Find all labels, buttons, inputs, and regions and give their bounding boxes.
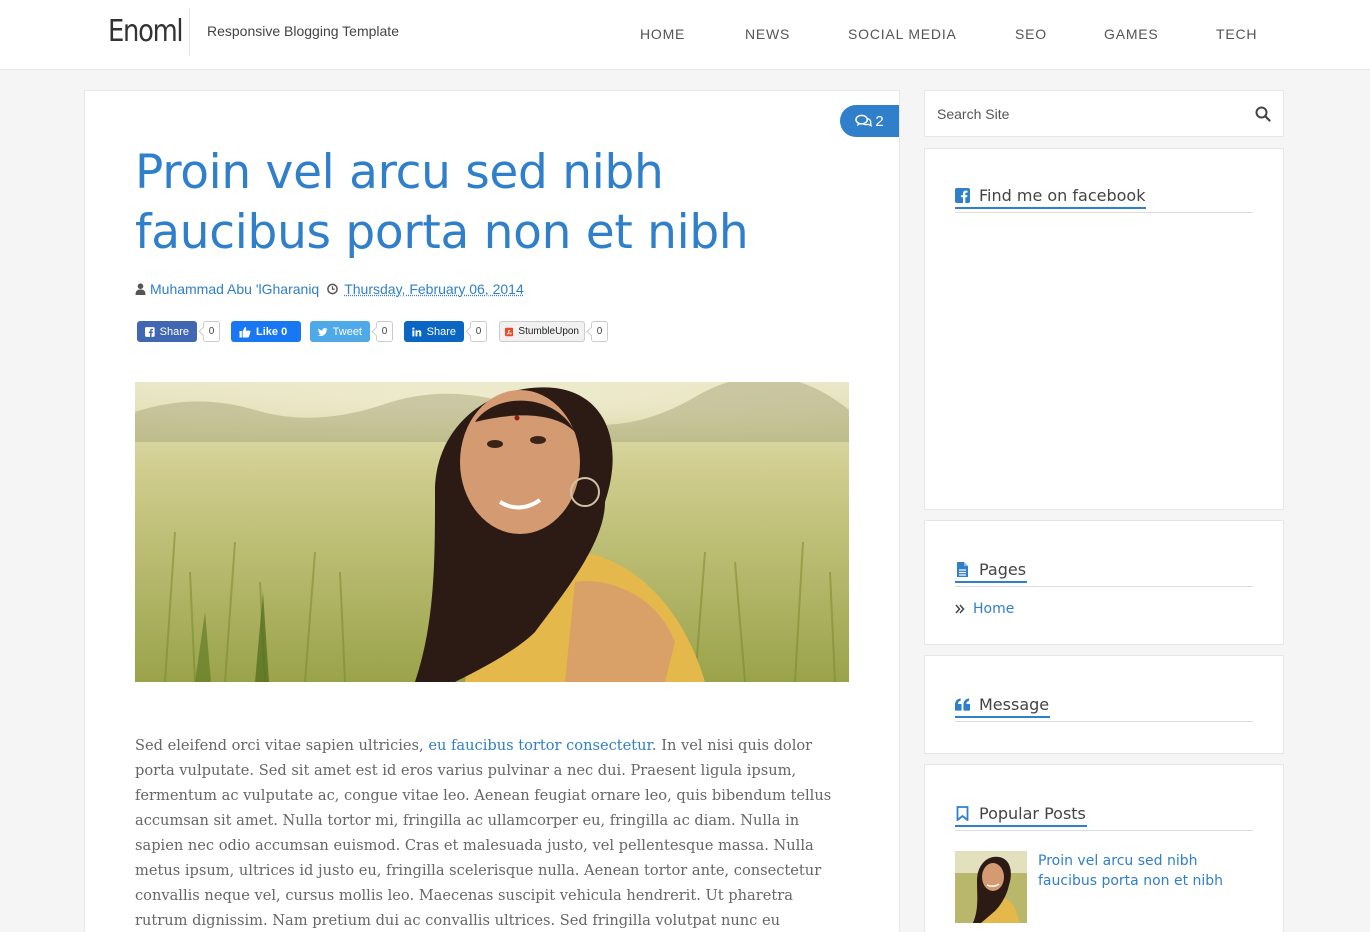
- post-card: 2 Proin vel arcu sed nibh faucibus porta…: [84, 90, 900, 932]
- angle-double-right-icon: [955, 604, 965, 614]
- post-date[interactable]: Thursday, February 06, 2014: [344, 281, 524, 297]
- featured-photo-illustration: [135, 382, 849, 682]
- pages-item-home[interactable]: Home: [955, 601, 1014, 617]
- message-widget-header: Message: [955, 692, 1253, 722]
- comment-count-badge[interactable]: 2: [840, 105, 899, 137]
- nav-item-home[interactable]: HOME: [640, 26, 685, 42]
- facebook-widget: Find me on facebook: [924, 148, 1284, 510]
- clock-icon: [327, 283, 339, 295]
- site-header: Enoml Responsive Blogging Template HOME …: [0, 0, 1370, 70]
- facebook-widget-header: Find me on facebook: [955, 183, 1253, 213]
- post-featured-image[interactable]: [135, 382, 849, 682]
- linkedin-icon: [412, 327, 422, 336]
- pages-widget-title: Pages: [979, 559, 1027, 579]
- stumbleupon-count: 0: [591, 321, 608, 342]
- nav-item-news[interactable]: NEWS: [745, 26, 790, 42]
- linkedin-share-label: Share: [426, 325, 456, 338]
- post-body-rest: . In vel nisi quis dolor porta vulputate…: [135, 737, 832, 929]
- popular-posts-widget-header: Popular Posts: [955, 801, 1253, 831]
- pages-widget: Pages Home: [924, 520, 1284, 645]
- post-author[interactable]: Muhammad Abu 'lGharaniq: [150, 281, 319, 297]
- facebook-share-count: 0: [203, 321, 220, 342]
- nav-item-social-media[interactable]: SOCIAL MEDIA: [848, 26, 957, 42]
- message-widget-title: Message: [979, 694, 1050, 714]
- popular-post-item[interactable]: Proin vel arcu sed nibh faucibus porta n…: [955, 851, 1255, 925]
- post-meta: Muhammad Abu 'lGharaniq Thursday, Februa…: [135, 281, 524, 297]
- bookmark-icon: [956, 805, 969, 821]
- stumbleupon-icon: [505, 327, 514, 336]
- facebook-share-label: Share: [159, 325, 189, 338]
- comment-count: 2: [875, 112, 884, 130]
- stumbleupon-label: StumbleUpon: [518, 326, 579, 337]
- pages-widget-header: Pages: [955, 557, 1253, 587]
- quote-left-icon: [955, 697, 970, 711]
- tweet-button[interactable]: Tweet: [310, 321, 370, 342]
- search-input[interactable]: [937, 103, 1237, 125]
- facebook-widget-title: Find me on facebook: [979, 185, 1146, 205]
- search-icon[interactable]: [1255, 106, 1271, 122]
- search-box: [924, 90, 1284, 137]
- popular-posts-widget: Popular Posts Proin vel arcu sed nibh fa…: [924, 764, 1284, 932]
- post-body: Sed eleifend orci vitae sapien ultricies…: [135, 733, 835, 932]
- linkedin-share-count: 0: [470, 321, 487, 342]
- main-nav: HOME NEWS SOCIAL MEDIA SEO GAMES TECH: [0, 26, 1370, 46]
- popular-post-thumbnail[interactable]: [955, 851, 1027, 923]
- linkedin-share-button[interactable]: Share: [404, 321, 464, 342]
- twitter-icon: [318, 327, 328, 336]
- thumbnail-photo-illustration: [955, 851, 1027, 923]
- comments-icon: [855, 114, 873, 127]
- post-title[interactable]: Proin vel arcu sed nibh faucibus porta n…: [135, 143, 785, 263]
- facebook-like-label: Like 0: [256, 325, 288, 338]
- nav-item-seo[interactable]: SEO: [1015, 26, 1047, 42]
- pages-item-label: Home: [973, 601, 1015, 617]
- facebook-square-icon: [955, 187, 970, 203]
- facebook-icon: [145, 326, 155, 337]
- thumbs-up-icon: [239, 326, 251, 337]
- post-body-intro: Sed eleifend orci vitae sapien ultricies…: [135, 737, 429, 754]
- file-text-icon: [957, 561, 968, 577]
- nav-item-games[interactable]: GAMES: [1104, 26, 1159, 42]
- stumbleupon-button[interactable]: StumbleUpon: [499, 321, 585, 342]
- popular-post-title[interactable]: Proin vel arcu sed nibh faucibus porta n…: [1038, 851, 1238, 891]
- message-widget: Message: [924, 655, 1284, 754]
- facebook-like-button[interactable]: Like 0: [231, 321, 301, 342]
- nav-item-tech[interactable]: TECH: [1216, 26, 1257, 42]
- tweet-label: Tweet: [332, 325, 362, 338]
- tweet-count: 0: [376, 321, 393, 342]
- user-icon: [135, 283, 146, 295]
- popular-posts-widget-title: Popular Posts: [979, 803, 1086, 823]
- facebook-share-button[interactable]: Share: [137, 321, 197, 342]
- post-body-link[interactable]: eu faucibus tortor consectetur: [428, 737, 652, 754]
